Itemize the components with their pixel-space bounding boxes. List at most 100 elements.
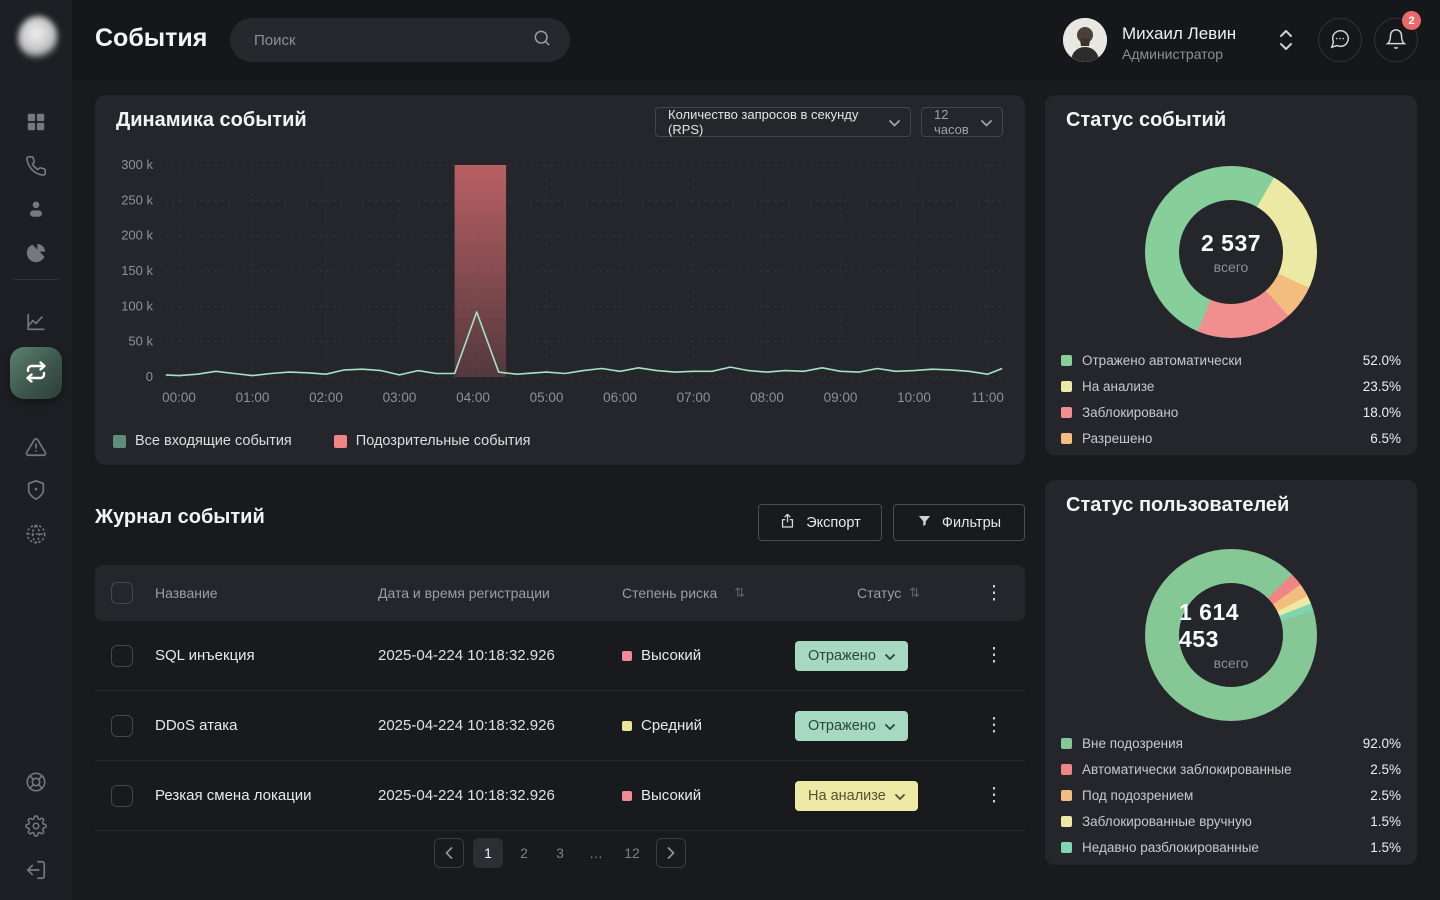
status-label: Отражено [808, 718, 876, 734]
messages-button[interactable] [1318, 18, 1362, 62]
legend-label: Разрешено [1082, 431, 1370, 446]
table-row[interactable]: DDoS атака 2025-04-224 10:18:32.926 Сред… [95, 691, 1025, 761]
risk-swatch [622, 651, 632, 661]
pagination-page-1[interactable]: 1 [473, 838, 503, 868]
row-menu-icon[interactable]: ⋮ [979, 691, 1009, 760]
legend-label: Заблокированные вручную [1082, 814, 1370, 829]
search-input[interactable] [254, 32, 532, 49]
event-risk: Высокий [622, 761, 701, 830]
column-header-risk[interactable]: Степень риска ⇅ [622, 565, 745, 621]
pagination-prev-button[interactable] [434, 838, 464, 868]
column-header-name: Название [155, 565, 218, 621]
app-logo [8, 6, 64, 64]
sort-icon[interactable]: ⇅ [734, 585, 745, 601]
pagination-page-2[interactable]: 2 [509, 838, 539, 868]
status-label: Отражено [808, 648, 876, 664]
status-dropdown[interactable]: Отражено [795, 641, 908, 671]
sidebar-item-calls[interactable] [22, 152, 50, 180]
risk-label: Высокий [641, 787, 701, 804]
legend-percent: 2.5% [1370, 762, 1401, 777]
table-row[interactable]: SQL инъекция 2025-04-224 10:18:32.926 Вы… [95, 621, 1025, 691]
pagination-next-button[interactable] [656, 838, 686, 868]
sidebar-item-network[interactable] [22, 520, 50, 548]
event-datetime: 2025-04-224 10:18:32.926 [378, 761, 555, 830]
sidebar-item-analytics[interactable] [22, 308, 50, 336]
risk-label: Высокий [641, 647, 701, 664]
legend-percent: 6.5% [1370, 431, 1401, 446]
sort-icon[interactable]: ⇅ [909, 585, 920, 601]
legend-label: Вне подозрения [1082, 736, 1363, 751]
users-total-caption: всего [1214, 655, 1249, 671]
range-select-value: 12 часов [934, 107, 971, 137]
svg-text:06:00: 06:00 [603, 390, 637, 405]
user-icon [25, 198, 47, 220]
column-header-status[interactable]: Статус ⇅ [857, 565, 920, 621]
pagination-ellipsis: … [581, 838, 611, 868]
sidebar-item-dashboard[interactable] [22, 108, 50, 136]
sidebar-item-reports[interactable] [22, 239, 50, 267]
status-dropdown[interactable]: Отражено [795, 711, 908, 741]
filter-icon [917, 513, 932, 533]
sidebar-item-help[interactable] [22, 768, 50, 796]
table-row[interactable]: Резкая смена локации 2025-04-224 10:18:3… [95, 761, 1025, 831]
row-checkbox[interactable] [111, 645, 133, 667]
phone-icon [25, 155, 47, 177]
legend-item-incoming: Все входящие события [113, 433, 292, 449]
status-dropdown[interactable]: На анализе [795, 781, 918, 811]
svg-text:0: 0 [146, 369, 153, 384]
export-icon [779, 512, 796, 534]
donut-center: 1 614 453 всего [1179, 583, 1283, 687]
avatar[interactable] [1063, 18, 1107, 62]
chevron-down-icon [885, 648, 895, 664]
chevron-down-icon [889, 115, 900, 130]
legend-percent: 1.5% [1370, 840, 1401, 855]
select-all-checkbox[interactable] [111, 582, 133, 604]
sidebar-item-logout[interactable] [22, 856, 50, 884]
events-line-chart: 00:0001:0002:0003:0004:0005:0006:0007:00… [95, 150, 1025, 450]
legend-swatch [1061, 790, 1072, 801]
metric-select[interactable]: Количество запросов в секунду (RPS) [655, 107, 911, 137]
status-label: На анализе [808, 788, 886, 804]
legend-label: Под подозрением [1082, 788, 1370, 803]
row-menu-icon[interactable]: ⋮ [979, 761, 1009, 830]
legend-swatch [1061, 355, 1072, 366]
pagination-page-3[interactable]: 3 [545, 838, 575, 868]
users-status-donut: 1 614 453 всего [1145, 549, 1317, 721]
svg-text:50 k: 50 k [128, 334, 153, 349]
event-status-cell: На анализе [795, 761, 918, 830]
legend-swatch [334, 435, 347, 448]
sidebar-item-events-active[interactable] [10, 347, 62, 399]
legend-row: Вне подозрения 92.0% [1061, 735, 1401, 751]
gear-icon [25, 815, 47, 837]
events-dynamics-title: Динамика событий [116, 109, 307, 132]
user-menu-expander-icon[interactable] [1277, 27, 1295, 53]
globe-icon [25, 523, 47, 545]
svg-text:08:00: 08:00 [750, 390, 784, 405]
row-checkbox[interactable] [111, 715, 133, 737]
table-header-menu-icon[interactable]: ⋮ [979, 565, 1009, 621]
range-select[interactable]: 12 часов [921, 107, 1003, 137]
pagination-page-12[interactable]: 12 [617, 838, 647, 868]
chat-icon [1329, 28, 1351, 53]
legend-label: Подозрительные события [356, 433, 531, 449]
legend-row: Отражено автоматически 52.0% [1061, 352, 1401, 368]
event-status-cell: Отражено [795, 621, 908, 690]
row-menu-icon[interactable]: ⋮ [979, 621, 1009, 690]
chevron-down-icon [895, 788, 905, 804]
legend-swatch [1061, 407, 1072, 418]
column-header-status-label: Статус [857, 585, 901, 601]
sidebar-item-security[interactable] [22, 476, 50, 504]
svg-text:04:00: 04:00 [456, 390, 490, 405]
sidebar-item-settings[interactable] [22, 812, 50, 840]
legend-percent: 1.5% [1370, 814, 1401, 829]
row-checkbox[interactable] [111, 785, 133, 807]
filters-button[interactable]: Фильтры [893, 504, 1025, 541]
events-total: 2 537 [1201, 230, 1261, 257]
svg-text:09:00: 09:00 [824, 390, 858, 405]
events-dashboard-page: События Михаил Левин Администратор [0, 0, 1440, 900]
sidebar-item-alerts[interactable] [22, 433, 50, 461]
filters-label: Фильтры [942, 515, 1001, 531]
export-button[interactable]: Экспорт [758, 504, 882, 541]
legend-row: Заблокированные вручную 1.5% [1061, 813, 1401, 829]
sidebar-item-users[interactable] [22, 195, 50, 223]
